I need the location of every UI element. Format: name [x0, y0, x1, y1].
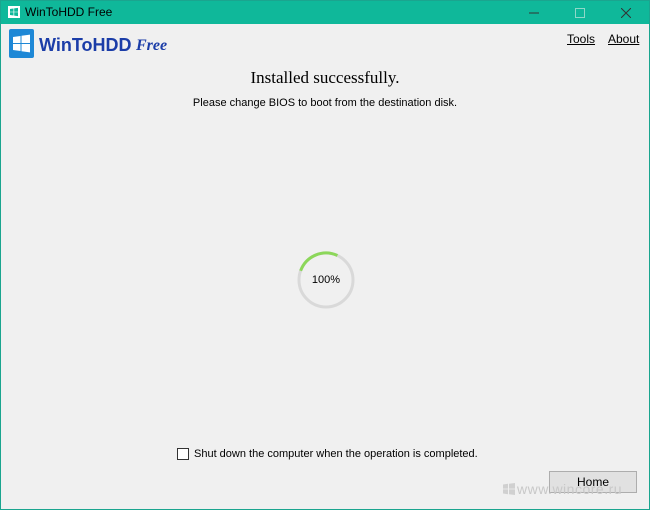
progress-percent: 100% — [311, 274, 341, 286]
app-window: WinToHDD Free WinToHDD Free Tools About … — [0, 0, 650, 510]
brand-name: WinToHDD — [39, 35, 132, 55]
close-icon — [621, 7, 631, 18]
menu-tools[interactable]: Tools — [567, 32, 595, 46]
brand-edition: Free — [136, 37, 168, 54]
shutdown-checkbox-label[interactable]: Shut down the computer when the operatio… — [194, 448, 478, 460]
wintohdd-logo-icon — [9, 29, 34, 58]
title-bar[interactable]: WinToHDD Free — [1, 1, 649, 24]
shutdown-checkbox[interactable] — [177, 448, 189, 460]
watermark-text: www.wincore.ru — [517, 481, 623, 497]
watermark-windows-icon — [503, 483, 515, 495]
close-button[interactable] — [603, 1, 649, 24]
minimize-button[interactable] — [511, 1, 557, 24]
minimize-icon — [529, 12, 539, 13]
window-title: WinToHDD Free — [25, 5, 113, 19]
maximize-icon — [575, 7, 585, 18]
maximize-button[interactable] — [557, 1, 603, 24]
status-message: Please change BIOS to boot from the dest… — [192, 97, 458, 109]
app-icon — [8, 6, 20, 18]
menu-about[interactable]: About — [608, 32, 639, 46]
status-headline: Installed successfully. — [250, 68, 400, 87]
